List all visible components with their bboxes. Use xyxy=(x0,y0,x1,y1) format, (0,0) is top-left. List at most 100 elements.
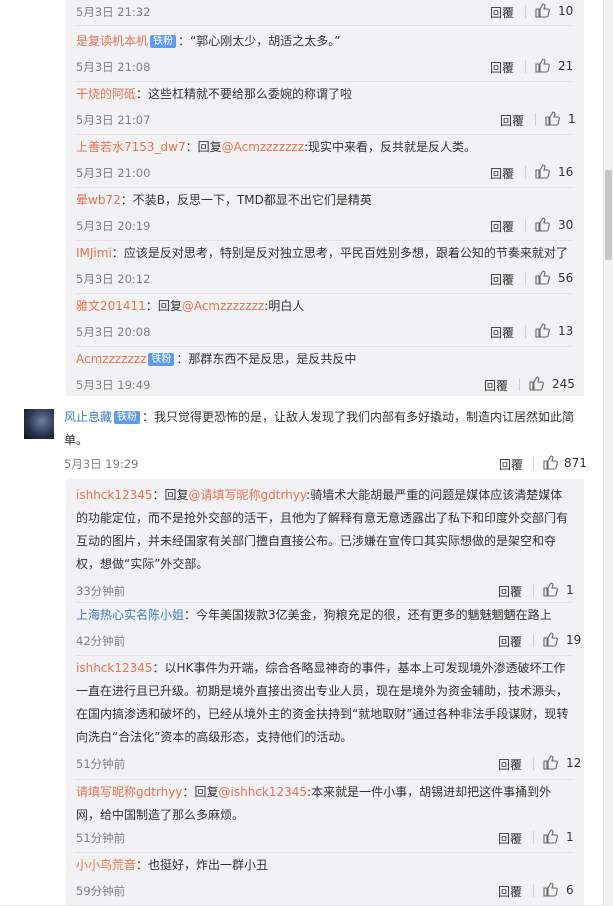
comment-text: 我只觉得更恐怖的是，让敌人发现了我们内部有多好撬动，制造内讧居然如此简单。 xyxy=(64,410,575,447)
colon: ： xyxy=(136,87,149,101)
comment-username[interactable]: 风止息藏 xyxy=(64,410,112,424)
thumbs-up-icon[interactable] xyxy=(534,216,550,232)
reply-comment: 干烧的阿砥：这些杠精就不要给那么委婉的称谓了啦 5月3日 21:07 回覆 1 xyxy=(66,83,584,135)
reply-button[interactable]: 回覆 xyxy=(498,633,522,650)
comment-username[interactable]: 请填写昵称gdtrhyy xyxy=(76,785,182,799)
thumbs-up-icon[interactable] xyxy=(534,322,550,338)
reply-comment: 雅文201411：回复@Acmzzzzzzz:明白人 5月3日 20:08 回覆 13 xyxy=(66,295,584,347)
comment-username[interactable]: Acmzzzzzzz xyxy=(76,352,146,366)
comment-meta: 59分钟前 回覆 6 xyxy=(76,880,574,900)
reply-comment: IMJimi：应该是反对思考，特别是反对独立思考，平民百姓别多想，跟着公知的节奏… xyxy=(66,242,584,294)
comment-meta: 5月3日 19:29 回覆 871 xyxy=(64,453,587,473)
comment-text: “郭心刚太少，胡适之太多。” xyxy=(190,34,341,48)
comment-username[interactable]: 雅文201411 xyxy=(76,299,146,313)
comment-username[interactable]: ishhck12345 xyxy=(76,488,153,502)
divider xyxy=(76,187,572,188)
reply-button[interactable]: 回覆 xyxy=(490,218,514,235)
comment-text: 也挺好，炸出一群小丑 xyxy=(148,858,269,872)
scrollbar[interactable] xyxy=(603,0,613,906)
comment-username[interactable]: 小小鸟荒音 xyxy=(76,858,136,872)
comment-time: 51分钟前 xyxy=(76,831,126,845)
thumbs-up-icon[interactable] xyxy=(534,57,550,73)
divider xyxy=(76,779,572,780)
reply-comment: 上海热心实名陈小姐：今年美国拨款3亿美金，狗粮充足的很，还有更多的魑魅魍魉在路上… xyxy=(66,604,584,656)
mention-link[interactable]: @请填写昵称gdtrhyy xyxy=(189,488,307,502)
thumbs-up-icon[interactable] xyxy=(542,754,558,770)
comment-time: 51分钟前 xyxy=(76,757,126,771)
comment-username[interactable]: 上海热心实名陈小姐 xyxy=(76,608,184,622)
comment-text: 这些杠精就不要给那么委婉的称谓了啦 xyxy=(148,87,353,101)
comment-text: :明白人 xyxy=(264,299,305,313)
reply-button[interactable]: 回覆 xyxy=(484,377,508,394)
comment-text: 不装B，反思一下，TMD都显不出它们是精英 xyxy=(132,193,372,207)
colon: ： xyxy=(136,858,149,872)
thumbs-up-icon[interactable] xyxy=(542,581,558,597)
reply-button[interactable]: 回覆 xyxy=(498,830,522,847)
sub-comment-block: ishhck12345：回复@请填写昵称gdtrhyy:骑墙术大能胡最严重的问题… xyxy=(66,479,584,906)
thumbs-up-icon[interactable] xyxy=(542,881,558,897)
comment-time: 59分钟前 xyxy=(76,884,126,898)
reply-button[interactable]: 回覆 xyxy=(490,59,514,76)
reply-button[interactable]: 回覆 xyxy=(500,112,524,129)
divider xyxy=(533,884,534,897)
comment-username[interactable]: 干烧的阿砥 xyxy=(76,87,136,101)
reply-button[interactable]: 回覆 xyxy=(490,165,514,182)
mention-link[interactable]: @Acmzzzzzzz xyxy=(182,299,264,313)
comment-username[interactable]: ishhck12345 xyxy=(76,661,153,675)
comment-time: 42分钟前 xyxy=(76,634,126,648)
reply-button[interactable]: 回覆 xyxy=(490,271,514,288)
divider xyxy=(533,634,534,647)
like-count: 56 xyxy=(558,271,574,285)
comment-username[interactable]: 晕wb72 xyxy=(76,193,121,207)
thumbs-up-icon[interactable] xyxy=(542,828,558,844)
comment-meta: 5月3日 19:49 回覆 245 xyxy=(76,374,575,394)
thumbs-up-icon[interactable] xyxy=(534,2,550,18)
reply-button[interactable]: 回覆 xyxy=(490,4,514,21)
colon: ： xyxy=(176,352,189,366)
thumbs-up-icon[interactable] xyxy=(542,454,558,470)
comment-time: 5月3日 20:12 xyxy=(76,272,151,286)
reply-button[interactable]: 回覆 xyxy=(499,456,523,473)
scrollbar-thumb[interactable] xyxy=(605,170,612,260)
divider xyxy=(76,852,572,853)
comment-body: ishhck12345：回复@请填写昵称gdtrhyy:骑墙术大能胡最严重的问题… xyxy=(76,484,572,576)
divider xyxy=(533,584,534,597)
fan-badge: 铁粉 xyxy=(114,411,141,424)
comment-meta: 33分钟前 回覆 1 xyxy=(76,580,574,600)
comment-meta: 5月3日 21:07 回覆 1 xyxy=(76,109,576,129)
reply-comment: ishhck12345：以HK事件为开端，综合各略显神奇的事件，基本上可发现境外… xyxy=(66,657,584,780)
reply-button[interactable]: 回覆 xyxy=(498,583,522,600)
colon: ：回复 xyxy=(152,488,189,502)
thumbs-up-icon[interactable] xyxy=(534,269,550,285)
comment-username[interactable]: IMJimi xyxy=(76,246,112,260)
divider xyxy=(76,240,572,241)
reply-comment: 请填写昵称gdtrhyy：回复@ishhck12345:本来就是一件小事，胡锡进… xyxy=(66,781,584,853)
comment-meta: 5月3日 20:19 回覆 30 xyxy=(76,215,573,235)
divider xyxy=(76,293,572,294)
comment-body: 上海热心实名陈小姐：今年美国拨款3亿美金，狗粮充足的很，还有更多的魑魅魍魉在路上 xyxy=(76,604,572,627)
reply-button[interactable]: 回覆 xyxy=(498,883,522,900)
comment-time: 5月3日 20:08 xyxy=(76,325,151,339)
divider xyxy=(525,60,526,73)
mention-link[interactable]: @ishhck12345 xyxy=(219,785,308,799)
like-count: 19 xyxy=(566,633,582,647)
thumbs-up-icon[interactable] xyxy=(542,631,558,647)
divider xyxy=(519,378,520,391)
reply-button[interactable]: 回覆 xyxy=(490,324,514,341)
thumbs-up-icon[interactable] xyxy=(528,375,544,391)
colon: ： xyxy=(152,661,165,675)
thumbs-up-icon[interactable] xyxy=(544,110,560,126)
comment-meta: 5月3日 20:12 回覆 56 xyxy=(76,268,574,288)
divider xyxy=(525,5,526,18)
colon: ： xyxy=(178,34,191,48)
comment-time: 5月3日 20:19 xyxy=(76,219,151,233)
reply-comment: 小小鸟荒音：也挺好，炸出一群小丑 59分钟前 回覆 6 xyxy=(66,854,584,906)
mention-link[interactable]: @Acmzzzzzzz xyxy=(222,140,304,154)
colon: ： xyxy=(120,193,133,207)
reply-button[interactable]: 回覆 xyxy=(498,756,522,773)
comment-username[interactable]: 上善若水7153_dw7 xyxy=(76,140,186,154)
thumbs-up-icon[interactable] xyxy=(534,163,550,179)
comment-body: 晕wb72：不装B，反思一下，TMD都显不出它们是精英 xyxy=(76,189,572,212)
avatar[interactable] xyxy=(24,409,54,439)
comment-username[interactable]: 是复读机本机 xyxy=(76,34,148,48)
